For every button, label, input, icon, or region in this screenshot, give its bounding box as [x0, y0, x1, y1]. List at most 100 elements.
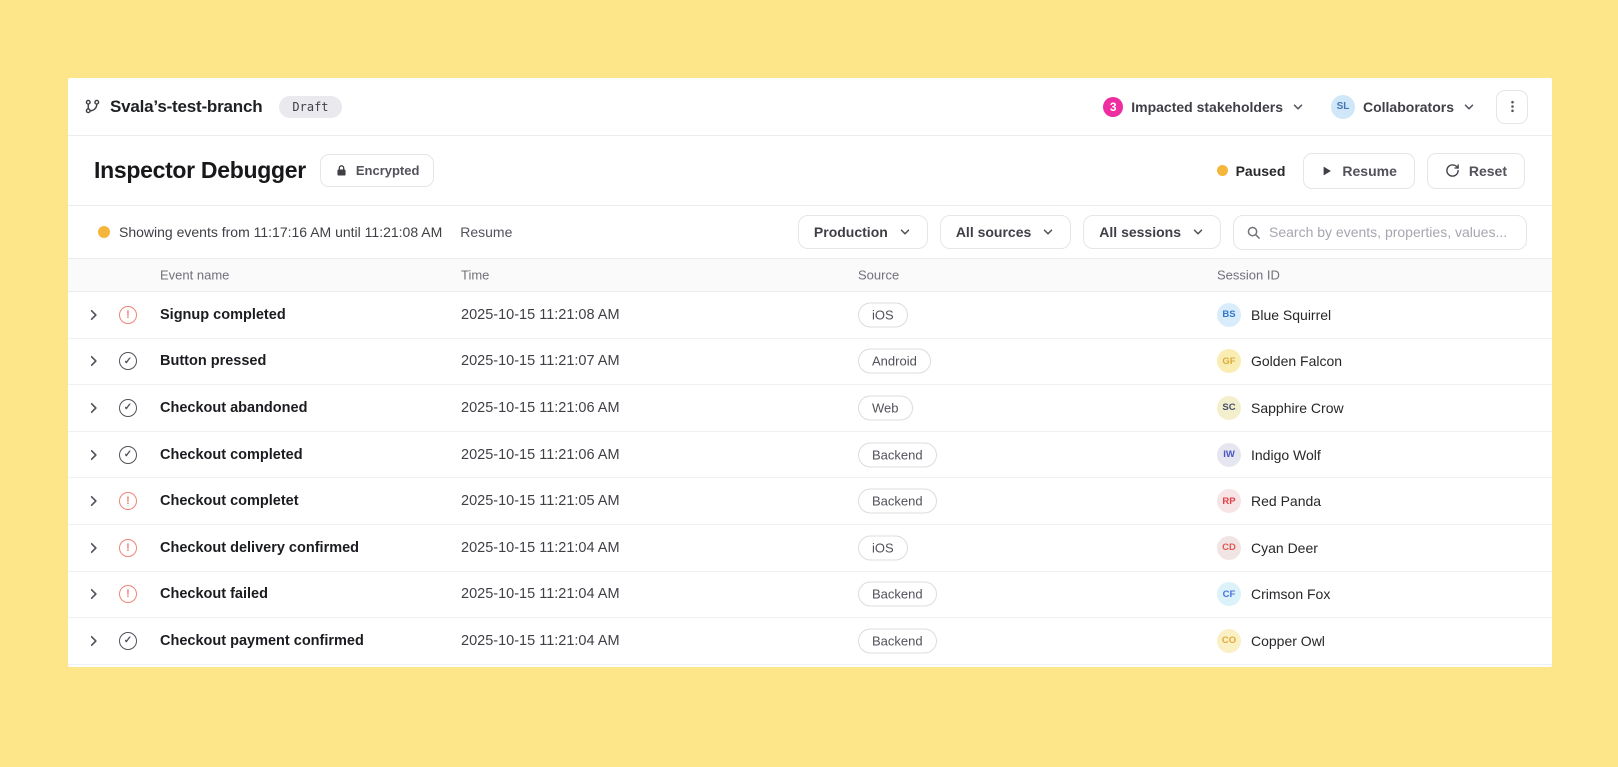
session-cell: BS Blue Squirrel	[1217, 302, 1332, 327]
resume-button-label: Resume	[1342, 162, 1397, 179]
reset-rotate-icon	[1446, 164, 1459, 177]
chevron-down-icon	[1193, 229, 1203, 235]
expand-chevron-icon[interactable]	[86, 307, 101, 322]
table-row[interactable]: ✓ Checkout payment confirmed 2025-10-15 …	[68, 618, 1552, 665]
success-status-icon: ✓	[119, 398, 137, 417]
table-row[interactable]: ✓ Button pressed 2025-10-15 11:21:07 AM …	[68, 338, 1552, 386]
expand-chevron-icon[interactable]	[86, 447, 101, 462]
encrypted-button[interactable]: Encrypted	[319, 154, 435, 187]
session-avatar-initials: CF	[1222, 588, 1236, 600]
chevron-down-icon	[1464, 103, 1474, 110]
source-cell: iOS	[858, 535, 908, 561]
source-cell: Backend	[858, 628, 937, 654]
search-input[interactable]	[1269, 224, 1514, 240]
sessions-dropdown-value: All sessions	[1099, 224, 1181, 240]
source-cell: Backend	[858, 581, 937, 607]
impacted-stakeholders-dropdown[interactable]: 3 Impacted stakeholders	[1103, 96, 1305, 117]
sources-dropdown[interactable]: All sources	[939, 215, 1072, 249]
stream-status-dot-icon	[98, 226, 110, 238]
more-options-button[interactable]	[1496, 89, 1528, 124]
session-avatar: CD	[1217, 535, 1241, 560]
source-cell: Backend	[858, 442, 937, 468]
environment-dropdown-value: Production	[813, 224, 888, 240]
session-cell: RP Red Panda	[1217, 489, 1322, 514]
source-badge: Backend	[858, 581, 937, 607]
session-avatar-initials: CD	[1222, 542, 1236, 554]
header-right: 3 Impacted stakeholders SL Collaborators	[1103, 89, 1528, 124]
event-time: 2025-10-15 11:21:05 AM	[461, 493, 620, 510]
source-cell: Android	[858, 348, 931, 374]
success-status-icon: ✓	[119, 631, 137, 650]
session-avatar: BS	[1217, 302, 1241, 327]
reset-button[interactable]: Reset	[1426, 152, 1525, 189]
table-row[interactable]: ! Signup completed 2025-10-15 11:21:08 A…	[68, 292, 1552, 339]
resume-stream-link[interactable]: Resume	[460, 224, 512, 240]
search-icon	[1247, 226, 1260, 239]
paused-status: Paused	[1216, 163, 1285, 179]
source-badge: iOS	[858, 302, 908, 328]
event-name: Checkout abandoned	[160, 399, 308, 416]
event-name: Checkout completet	[160, 493, 299, 510]
expand-chevron-icon[interactable]	[86, 633, 101, 648]
session-cell: IW Indigo Wolf	[1217, 442, 1321, 467]
event-table-body: ! Signup completed 2025-10-15 11:21:08 A…	[68, 292, 1552, 665]
session-name: Red Panda	[1251, 493, 1322, 510]
lock-icon	[337, 165, 346, 176]
table-row[interactable]: ✓ Checkout abandoned 2025-10-15 11:21:06…	[68, 385, 1552, 432]
resume-button[interactable]: Resume	[1303, 152, 1415, 189]
session-cell: CO Copper Owl	[1217, 628, 1325, 653]
environment-dropdown[interactable]: Production	[797, 215, 928, 249]
event-name: Button pressed	[160, 353, 267, 370]
branch-group: Svala’s-test-branch Draft	[84, 95, 342, 118]
chevron-down-icon	[1293, 103, 1303, 110]
session-avatar-initials: RP	[1222, 495, 1236, 507]
play-icon	[1324, 166, 1332, 175]
column-header-source: Source	[858, 267, 900, 283]
sessions-dropdown[interactable]: All sessions	[1083, 215, 1221, 249]
expand-chevron-icon[interactable]	[86, 540, 101, 555]
table-row[interactable]: ! Checkout delivery confirmed 2025-10-15…	[68, 524, 1552, 572]
search-box	[1233, 214, 1527, 250]
toolbar: Inspector Debugger Encrypted Paused Resu…	[68, 136, 1552, 206]
collaborators-dropdown[interactable]: SL Collaborators	[1330, 94, 1476, 119]
source-badge: Backend	[858, 442, 937, 468]
encrypted-label: Encrypted	[355, 163, 420, 178]
error-status-icon: !	[119, 585, 137, 604]
toolbar-right: Paused Resume Reset	[1216, 152, 1525, 189]
event-name: Checkout payment confirmed	[160, 632, 364, 649]
source-cell: iOS	[858, 302, 908, 328]
source-badge: iOS	[858, 535, 908, 561]
session-name: Cyan Deer	[1251, 539, 1318, 556]
expand-chevron-icon[interactable]	[86, 494, 101, 509]
expand-chevron-icon[interactable]	[86, 400, 101, 415]
session-cell: SC Sapphire Crow	[1217, 395, 1344, 420]
event-time: 2025-10-15 11:21:04 AM	[461, 586, 620, 603]
session-name: Sapphire Crow	[1251, 399, 1344, 416]
chevron-down-icon	[900, 229, 910, 235]
table-row[interactable]: ! Checkout failed 2025-10-15 11:21:04 AM…	[68, 571, 1552, 619]
git-branch-icon	[85, 99, 100, 114]
session-avatar-initials: BS	[1222, 309, 1236, 321]
sources-dropdown-value: All sources	[955, 224, 1032, 240]
session-name: Copper Owl	[1251, 632, 1325, 649]
session-avatar: IW	[1217, 442, 1241, 467]
error-status-icon: !	[119, 492, 137, 511]
stream-status: Showing events from 11:17:16 AM until 11…	[98, 224, 512, 240]
draft-status-badge: Draft	[279, 95, 342, 118]
expand-chevron-icon[interactable]	[86, 354, 101, 369]
column-header-session-id: Session ID	[1217, 267, 1280, 283]
event-time: 2025-10-15 11:21:04 AM	[461, 632, 620, 649]
session-name: Blue Squirrel	[1251, 306, 1332, 323]
table-row[interactable]: ! Checkout completet 2025-10-15 11:21:05…	[68, 478, 1552, 525]
error-status-icon: !	[119, 538, 137, 557]
session-cell: CD Cyan Deer	[1217, 535, 1318, 560]
table-row[interactable]: ✓ Checkout completed 2025-10-15 11:21:06…	[68, 431, 1552, 479]
event-name: Checkout delivery confirmed	[160, 539, 360, 556]
session-avatar: RP	[1217, 489, 1241, 514]
table-header: Event name Time Source Session ID	[68, 258, 1552, 292]
expand-chevron-icon[interactable]	[86, 587, 101, 602]
filter-bar: Showing events from 11:17:16 AM until 11…	[68, 206, 1552, 258]
session-avatar: CO	[1217, 628, 1241, 653]
event-name: Signup completed	[160, 306, 286, 323]
column-header-event-name: Event name	[160, 267, 230, 283]
